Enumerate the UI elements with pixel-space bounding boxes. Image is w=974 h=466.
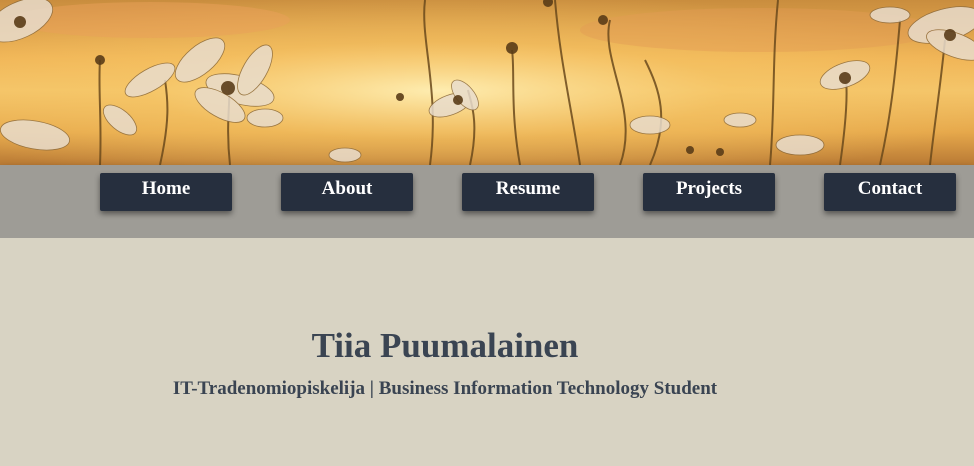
nav-about-button[interactable]: About — [281, 173, 413, 211]
profile-name-heading: Tiia Puumalainen — [311, 326, 579, 365]
nav-contact-button[interactable]: Contact — [824, 173, 956, 211]
nav-resume-button[interactable]: Resume — [462, 173, 594, 211]
navigation-bar: Home About Resume Projects Contact — [0, 165, 974, 238]
cosmos-flowers-illustration — [0, 0, 974, 165]
page: Home About Resume Projects Contact Tiia … — [0, 0, 974, 466]
profile-subtitle: IT-Tradenomiopiskelija | Business Inform… — [172, 378, 718, 399]
nav-home-button[interactable]: Home — [100, 173, 232, 211]
intro-section: Tiia Puumalainen IT-Tradenomiopiskelija … — [0, 238, 974, 466]
nav-projects-button[interactable]: Projects — [643, 173, 775, 211]
header-banner-image — [0, 0, 974, 165]
